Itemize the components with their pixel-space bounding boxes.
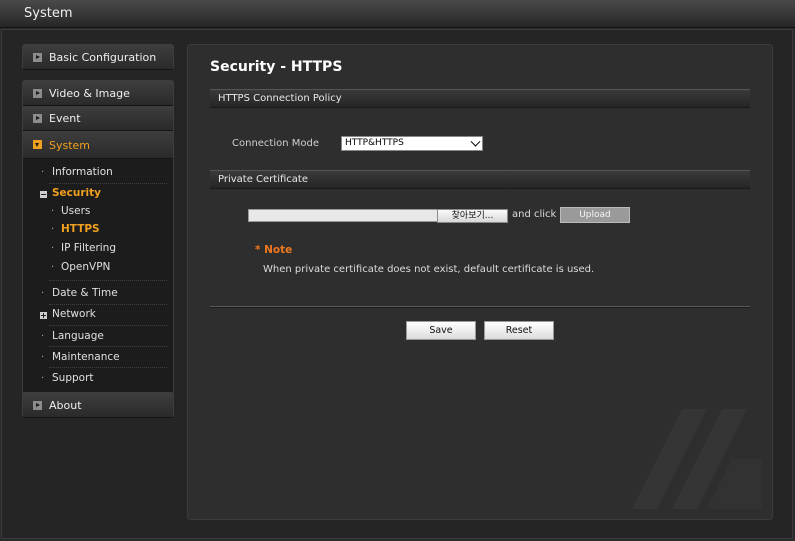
sidebar-event[interactable]: Event: [23, 106, 173, 131]
connection-mode-select[interactable]: HTTP&HTTPS: [341, 136, 483, 151]
sidebar-item-language[interactable]: Language: [52, 330, 104, 342]
sidebar-about[interactable]: About: [22, 392, 174, 418]
bullet-icon: ·: [51, 262, 55, 273]
collapse-minus-icon[interactable]: [40, 191, 47, 198]
sidebar-system[interactable]: System: [23, 131, 173, 159]
sidebar-basic-configuration[interactable]: Basic Configuration: [22, 44, 174, 70]
browse-button[interactable]: 찾아보기...: [437, 209, 508, 223]
bullet-icon: ·: [41, 167, 45, 178]
sidebar-item-users[interactable]: Users: [61, 205, 90, 217]
sidebar-about-label: About: [49, 399, 82, 412]
sidebar-item-information[interactable]: Information: [52, 166, 113, 178]
sidebar-item-openvpn[interactable]: OpenVPN: [61, 261, 110, 273]
bullet-icon: ·: [41, 352, 45, 363]
collapse-arrow-icon: [33, 140, 42, 149]
main-panel: Security - HTTPS HTTPS Connection Policy…: [187, 44, 773, 520]
section-policy-label: HTTPS Connection Policy: [218, 93, 342, 104]
sidebar-item-security[interactable]: Security: [52, 187, 101, 199]
window-title: System: [24, 6, 73, 21]
expand-plus-icon[interactable]: [40, 312, 47, 319]
reset-button[interactable]: Reset: [484, 321, 554, 340]
section-header-policy: HTTPS Connection Policy: [210, 89, 750, 108]
sidebar-item-maintenance[interactable]: Maintenance: [52, 351, 120, 363]
bullet-icon: ·: [51, 206, 55, 217]
sidebar-video-image[interactable]: Video & Image: [23, 81, 173, 106]
expand-arrow-icon: [33, 114, 42, 123]
sidebar-basic-configuration-label: Basic Configuration: [49, 51, 157, 64]
bullet-icon: ·: [41, 288, 45, 299]
certificate-file-input[interactable]: [248, 209, 438, 222]
chevron-down-icon: [470, 136, 481, 147]
note-title: * Note: [255, 244, 293, 256]
expand-arrow-icon: [33, 89, 42, 98]
divider: [210, 306, 750, 308]
bullet-icon: ·: [51, 243, 55, 254]
sidebar-event-label: Event: [49, 112, 81, 125]
save-button[interactable]: Save: [406, 321, 476, 340]
note-text: When private certificate does not exist,…: [263, 264, 595, 275]
sidebar-main-menu: Video & Image Event System · Information…: [22, 80, 174, 412]
bullet-icon: ·: [41, 331, 45, 342]
page-title: Security - HTTPS: [210, 59, 343, 75]
section-header-certificate: Private Certificate: [210, 170, 750, 189]
upload-button[interactable]: Upload: [560, 207, 630, 223]
bullet-icon: ·: [41, 373, 45, 384]
connection-mode-value: HTTP&HTTPS: [345, 138, 404, 148]
sidebar-system-label: System: [49, 139, 91, 152]
sidebar-item-date-time[interactable]: Date & Time: [52, 287, 118, 299]
connection-mode-label: Connection Mode: [232, 138, 320, 149]
sidebar-item-https[interactable]: HTTPS: [61, 223, 100, 235]
sidebar-item-network[interactable]: Network: [52, 308, 96, 320]
bullet-icon: ·: [51, 224, 55, 235]
section-certificate-label: Private Certificate: [218, 174, 308, 185]
and-click-text: and click: [512, 209, 557, 220]
sidebar-item-ip-filtering[interactable]: IP Filtering: [61, 242, 116, 254]
sidebar-video-image-label: Video & Image: [49, 87, 130, 100]
expand-arrow-icon: [33, 53, 42, 62]
title-bar: System: [0, 0, 795, 28]
expand-arrow-icon: [33, 401, 42, 410]
brand-watermark-icon: [632, 409, 762, 509]
sidebar-item-support[interactable]: Support: [52, 372, 94, 384]
